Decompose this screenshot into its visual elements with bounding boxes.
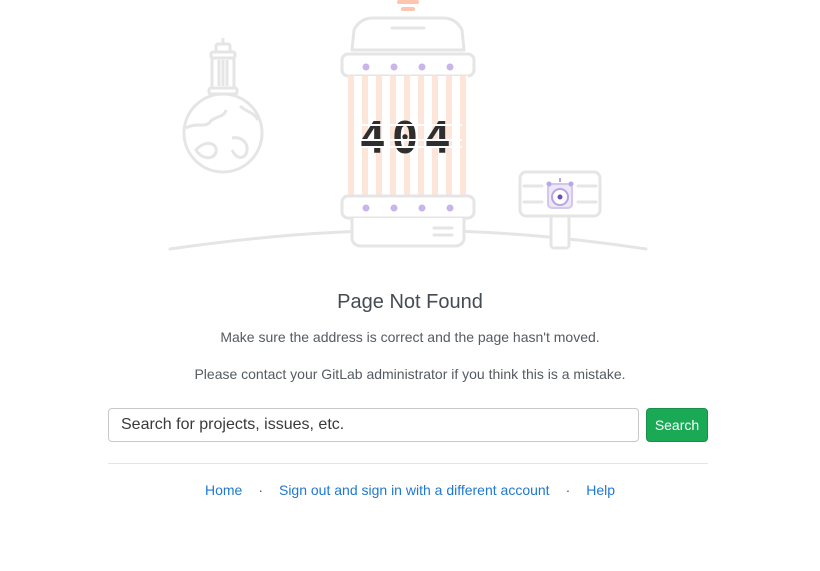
sign-out-link[interactable]: Sign out and sign in with a different ac… [279, 482, 550, 498]
link-separator: · [565, 482, 571, 498]
page-title: Page Not Found [337, 291, 483, 313]
link-separator: · [258, 482, 263, 498]
404-tower: 404 [340, 0, 476, 248]
home-link[interactable]: Home [205, 482, 242, 498]
error-page: 404 Page Not Found Make sure the address… [0, 0, 820, 571]
404-illustration: 404 [168, 0, 648, 251]
error-message-address: Make sure the address is correct and the… [220, 329, 600, 345]
error-message-contact-admin: Please contact your GitLab administrator… [194, 366, 626, 382]
footer-links: Home · Sign out and sign in with a differe… [0, 482, 820, 498]
search-input[interactable] [108, 408, 639, 442]
divider [108, 463, 708, 464]
help-link[interactable]: Help [586, 482, 615, 498]
search-button[interactable]: Search [646, 408, 708, 442]
planet-icon [182, 38, 264, 174]
404-code-text: 404 [359, 113, 456, 164]
